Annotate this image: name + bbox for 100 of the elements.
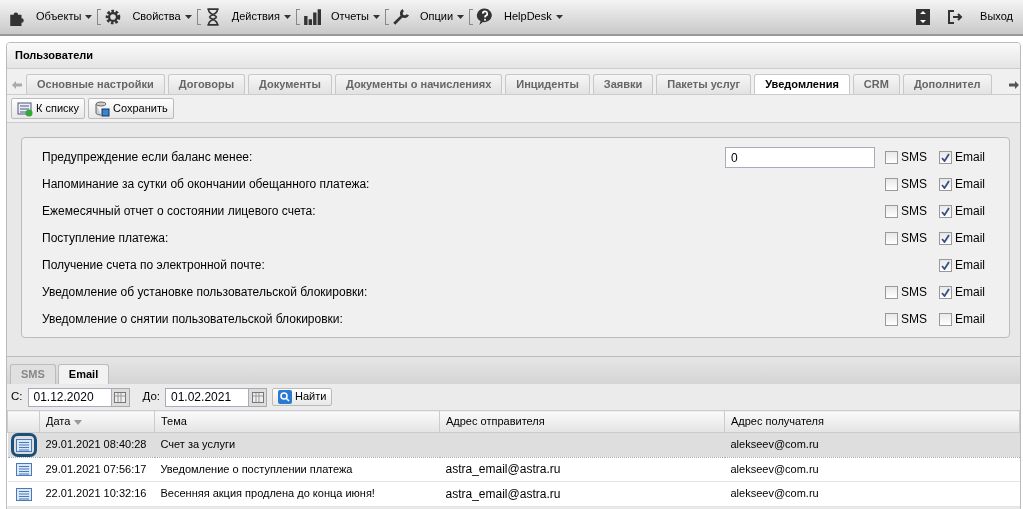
table-cell: Весенняя акция продлена до конца июня! [160,487,375,500]
tab[interactable]: Договоры [167,73,246,94]
logout-button[interactable]: Выход [946,10,1015,24]
checkbox[interactable] [939,151,952,164]
menu-item[interactable]: Действия [229,10,293,24]
checkbox-label: Email [955,204,985,219]
left-arrow-icon[interactable] [11,79,23,90]
column-header[interactable]: Адрес получателя [724,410,1020,433]
setting-label: Ежемесячный отчет о состоянии лицевого счета: [42,204,317,219]
table-cell: Уведомление о поступлении платежа [160,462,353,475]
calendar-icon [114,391,126,403]
gear-icon [104,8,123,26]
to-label: До: [142,390,160,404]
table-cell: 22.01.2021 10:32:16 [45,487,147,500]
table-cell: Счет за услуги [160,438,236,451]
panel-title: Пользователи [7,43,1020,69]
bar-chart-icon [302,8,321,26]
caret-icon [555,15,563,19]
table-cell: alekseev@com.ru [730,462,819,475]
checkbox-label: Email [955,285,985,300]
checkbox-label: Email [955,150,985,165]
checkbox-label: Email [955,231,985,246]
checkbox-label: SMS [901,177,927,192]
wrench-icon [391,8,410,26]
checkbox-label: Email [955,177,985,192]
column-header[interactable]: Адрес отправителя [439,410,725,433]
database-save-icon [94,100,110,117]
checkbox-label: SMS [901,231,927,246]
tab[interactable]: Основные настройки [26,73,165,94]
table-row[interactable]: 29.01.2021 07:56:17 Уведомление о поступлении платежа astra_email@astra.ru alekseev@com.ru [7,457,1020,482]
toolbar-button[interactable]: К списку [11,98,85,119]
caret-icon [372,15,380,19]
speech-bubble-icon [476,8,495,26]
setting-label: Уведомление об установке пользовательской блокировки: [42,285,369,300]
caret-icon [283,15,291,19]
table-cell: alekseev@com.ru [730,487,819,500]
checkbox[interactable] [939,178,952,191]
tab[interactable]: Документы [248,73,332,94]
table-cell: astra_email@astra.ru [445,486,561,501]
date-field[interactable]: 01.02.2021 [165,387,249,407]
checkbox[interactable] [885,178,898,191]
setting-label: Получение счета по электронной почте: [42,258,266,273]
checkbox[interactable] [939,286,952,299]
checkbox[interactable] [885,232,898,245]
setting-label: Напоминание за сутки об окончании обещанного платежа: [42,177,371,192]
menu-item[interactable]: HelpDesk [502,10,565,24]
checkbox[interactable] [885,205,898,218]
search-button[interactable]: Найти [272,388,333,406]
search-icon [278,390,292,404]
checkbox[interactable] [939,232,952,245]
tab[interactable]: Документы о начислениях [334,73,503,94]
table-cell: 29.01.2021 07:56:17 [45,462,147,475]
menu-item[interactable]: Отчеты [328,10,382,24]
checkbox-label: SMS [901,204,927,219]
tab[interactable]: Пакеты услуг [656,73,752,94]
table-cell: 29.01.2021 08:40:28 [45,438,147,451]
balance-field[interactable]: 0 [725,147,875,168]
sort-icon [74,419,83,425]
checkbox-label: Email [955,258,985,273]
from-label: С: [11,390,23,404]
toolbar-button[interactable]: Сохранить [88,98,174,119]
message-icon[interactable] [15,438,32,452]
checkbox[interactable] [939,313,952,326]
message-icon[interactable] [15,463,32,477]
checkbox-label: SMS [901,150,927,165]
message-icon[interactable] [15,487,32,501]
caret-icon [85,15,93,19]
setting-label: Предупреждение если баланс менее: [42,150,254,165]
checkbox-label: Email [955,312,985,327]
caret-icon [457,15,465,19]
tab[interactable]: Инциденты [505,73,590,94]
calendar-button[interactable] [249,387,267,407]
table-cell: alekseev@com.ru [730,438,819,451]
tab[interactable]: CRM [852,73,900,94]
list-icon [17,100,33,117]
column-header[interactable]: Дата [39,410,155,433]
checkbox[interactable] [885,286,898,299]
table-row[interactable]: 22.01.2021 10:32:16 Весенняя акция продлена до конца июня! astra_email@astra.ru alekseev@com.ru [7,481,1020,507]
checkbox[interactable] [939,205,952,218]
checkbox-label: SMS [901,312,927,327]
menu-item[interactable]: Опции [417,10,467,24]
caret-icon [184,15,192,19]
calendar-icon [251,391,264,403]
tab[interactable]: Дополнител [902,73,992,94]
menu-item[interactable]: Свойства [130,10,194,24]
right-arrow-icon[interactable] [1008,79,1020,90]
tab[interactable]: Заявки [592,73,654,94]
checkbox[interactable] [885,151,898,164]
menu-item[interactable]: Объекты [34,10,95,24]
checkbox-label: SMS [901,285,927,300]
setting-label: Уведомление о снятии пользовательской блокировки: [42,312,344,327]
table-cell: astra_email@astra.ru [445,462,561,477]
checkbox[interactable] [939,259,952,272]
tab[interactable]: Email [57,363,110,384]
column-header[interactable]: Тема [154,410,440,433]
expand-icon[interactable] [916,9,931,25]
date-field[interactable]: 01.12.2020 [27,387,112,407]
table-row[interactable]: 29.01.2021 08:40:28 Счет за услуги alekseev@com.ru [7,432,1020,458]
checkbox[interactable] [885,313,898,326]
tab[interactable]: Уведомления [754,73,850,94]
